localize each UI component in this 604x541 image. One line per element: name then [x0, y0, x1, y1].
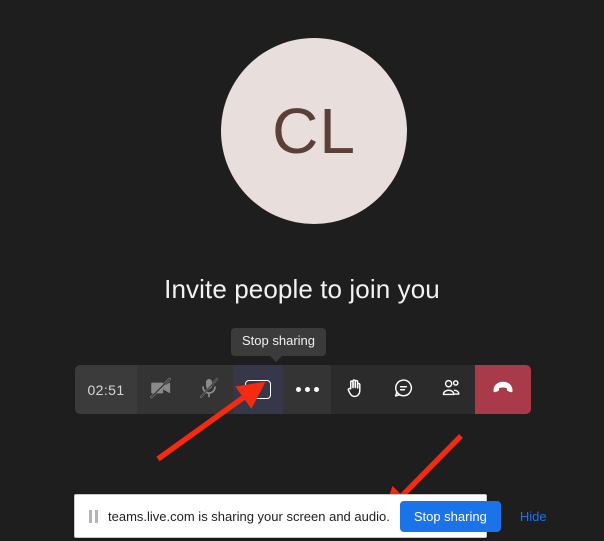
leave-call-button[interactable] [475, 365, 531, 414]
hangup-icon [490, 375, 516, 404]
avatar: CL [221, 38, 407, 224]
chat-button[interactable] [379, 365, 427, 414]
meeting-timer-value: 02:51 [87, 381, 125, 398]
more-icon [295, 387, 319, 392]
people-button[interactable] [427, 365, 475, 414]
microphone-toggle-button[interactable] [185, 365, 233, 414]
hide-notification-button[interactable]: Hide [511, 503, 556, 530]
meeting-stage: CL Invite people to join you Stop sharin… [0, 0, 604, 541]
meeting-timer: 02:51 [75, 365, 137, 414]
media-controls-group: ✕ [137, 365, 331, 414]
chat-icon [392, 377, 415, 403]
screen-sharing-notification-bar: teams.live.com is sharing your screen an… [74, 494, 547, 538]
raise-hand-button[interactable] [331, 365, 379, 414]
pause-icon [89, 509, 98, 523]
mic-off-icon [197, 376, 221, 403]
camera-toggle-button[interactable] [137, 365, 185, 414]
meeting-control-bar: 02:51 ✕ [75, 365, 531, 414]
stop-share-icon: ✕ [245, 380, 271, 399]
secondary-controls-group [331, 365, 475, 414]
more-actions-button[interactable] [283, 365, 331, 414]
people-icon [440, 377, 463, 403]
stop-sharing-button[interactable]: Stop sharing [399, 500, 501, 532]
raise-hand-icon [344, 377, 367, 403]
page-title: Invite people to join you [164, 274, 440, 304]
avatar-initials: CL [272, 95, 356, 167]
camera-off-icon [148, 375, 174, 404]
stop-sharing-control-button[interactable]: ✕ [233, 365, 283, 414]
tooltip-label: Stop sharing [242, 333, 315, 348]
stop-sharing-tooltip: Stop sharing [231, 328, 326, 362]
tooltip-arrow-icon [269, 354, 283, 362]
sharing-status-text: teams.live.com is sharing your screen an… [108, 508, 390, 524]
